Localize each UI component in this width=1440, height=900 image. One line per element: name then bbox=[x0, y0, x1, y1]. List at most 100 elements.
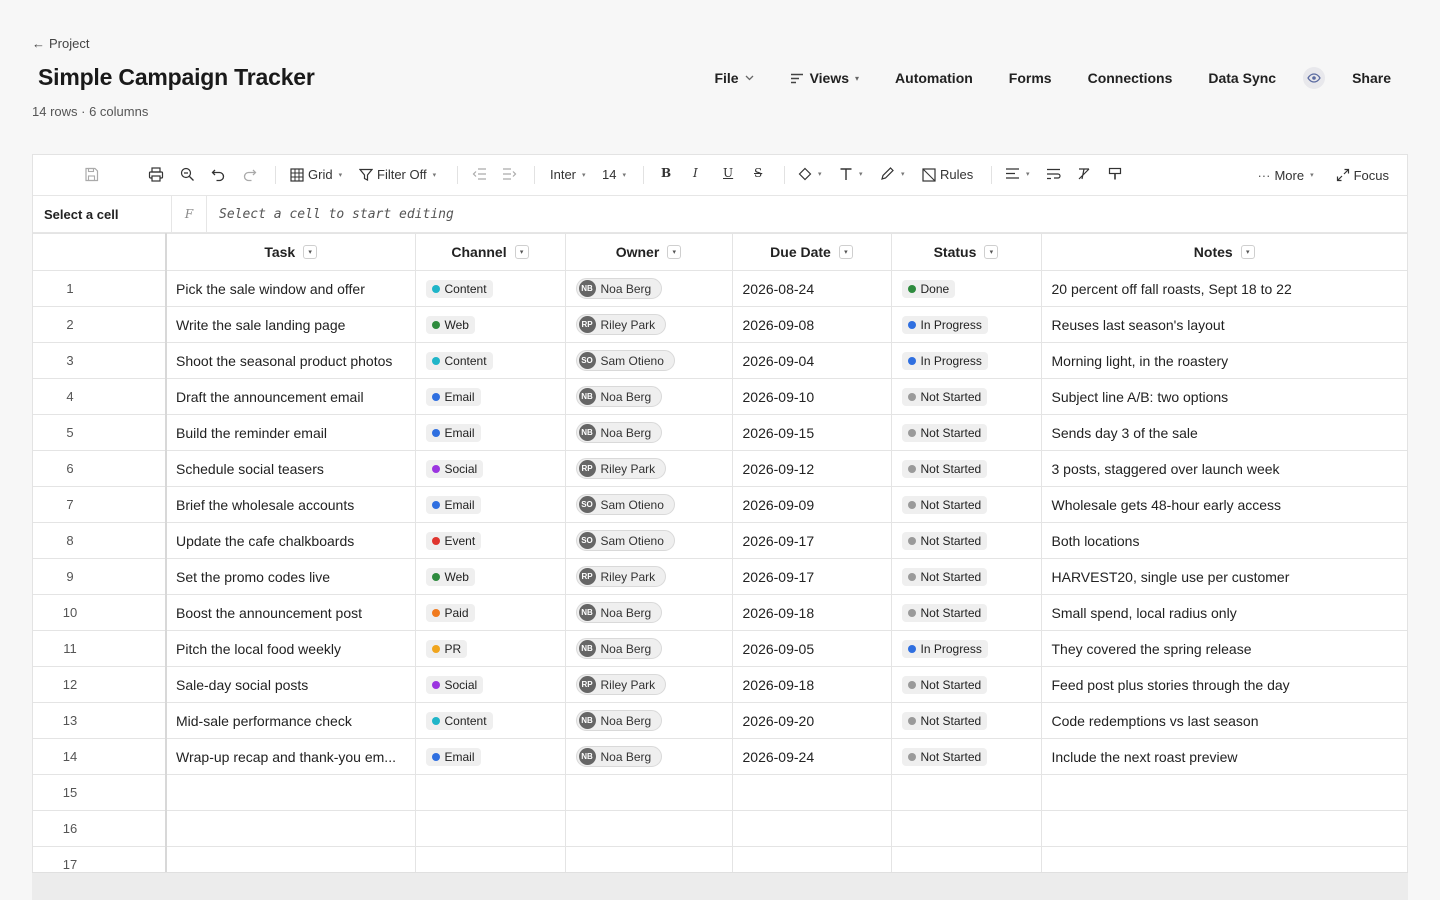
status-cell[interactable]: Not Started bbox=[891, 738, 1042, 775]
notes-cell[interactable]: Both locations bbox=[1041, 522, 1407, 559]
row-number[interactable]: 17 bbox=[33, 846, 167, 873]
owner-cell[interactable]: SO Sam Otieno bbox=[565, 522, 733, 559]
empty-cell[interactable] bbox=[891, 774, 1042, 811]
formula-input[interactable] bbox=[207, 196, 1407, 232]
empty-cell[interactable] bbox=[565, 846, 733, 873]
notes-cell[interactable]: Wholesale gets 48-hour early access bbox=[1041, 486, 1407, 523]
task-cell[interactable]: Boost the announcement post bbox=[166, 594, 416, 631]
notes-cell[interactable]: They covered the spring release bbox=[1041, 630, 1407, 667]
status-cell[interactable]: Not Started bbox=[891, 414, 1042, 451]
empty-cell[interactable] bbox=[415, 774, 566, 811]
wrap-text-button[interactable] bbox=[1046, 167, 1061, 181]
row-number[interactable]: 12 bbox=[33, 666, 167, 703]
clear-format-button[interactable] bbox=[1077, 167, 1092, 181]
column-header-owner[interactable]: Owner ▾ bbox=[565, 233, 733, 271]
filter-select[interactable]: Filter Off ▾ bbox=[359, 167, 436, 182]
task-cell[interactable]: Pick the sale window and offer bbox=[166, 270, 416, 307]
row-number[interactable]: 6 bbox=[33, 450, 167, 487]
channel-cell[interactable]: Content bbox=[415, 270, 566, 307]
status-cell[interactable]: In Progress bbox=[891, 306, 1042, 343]
due-date-cell[interactable]: 2026-09-18 bbox=[732, 594, 892, 631]
row-number[interactable]: 16 bbox=[33, 810, 167, 847]
notes-cell[interactable]: HARVEST20, single use per customer bbox=[1041, 558, 1407, 595]
channel-cell[interactable]: Email bbox=[415, 738, 566, 775]
column-menu-button[interactable]: ▾ bbox=[303, 245, 318, 259]
channel-cell[interactable]: Web bbox=[415, 558, 566, 595]
row-number[interactable]: 5 bbox=[33, 414, 167, 451]
empty-cell[interactable] bbox=[891, 810, 1042, 847]
indent-button[interactable] bbox=[502, 167, 517, 181]
preview-button[interactable] bbox=[1303, 67, 1326, 89]
due-date-cell[interactable]: 2026-09-15 bbox=[732, 414, 892, 451]
due-date-cell[interactable]: 2026-09-08 bbox=[732, 306, 892, 343]
task-cell[interactable]: Brief the wholesale accounts bbox=[166, 486, 416, 523]
due-date-cell[interactable]: 2026-09-17 bbox=[732, 558, 892, 595]
due-date-cell[interactable]: 2026-09-04 bbox=[732, 342, 892, 379]
underline-button[interactable]: U bbox=[723, 166, 733, 180]
back-to-project-link[interactable]: ← Project bbox=[32, 36, 89, 51]
owner-cell[interactable]: NB Noa Berg bbox=[565, 594, 733, 631]
due-date-cell[interactable]: 2026-09-12 bbox=[732, 450, 892, 487]
due-date-cell[interactable]: 2026-09-18 bbox=[732, 666, 892, 703]
due-date-cell[interactable]: 2026-08-24 bbox=[732, 270, 892, 307]
notes-cell[interactable]: Small spend, local radius only bbox=[1041, 594, 1407, 631]
channel-cell[interactable]: Email bbox=[415, 414, 566, 451]
empty-cell[interactable] bbox=[1041, 810, 1407, 847]
due-date-cell[interactable]: 2026-09-05 bbox=[732, 630, 892, 667]
notes-cell[interactable]: 3 posts, staggered over launch week bbox=[1041, 450, 1407, 487]
automation-menu[interactable]: Automation bbox=[895, 70, 973, 86]
due-date-cell[interactable]: 2026-09-17 bbox=[732, 522, 892, 559]
owner-cell[interactable]: SO Sam Otieno bbox=[565, 342, 733, 379]
status-cell[interactable]: In Progress bbox=[891, 342, 1042, 379]
channel-cell[interactable]: Event bbox=[415, 522, 566, 559]
task-cell[interactable]: Shoot the seasonal product photos bbox=[166, 342, 416, 379]
fill-color-button[interactable]: ▾ bbox=[798, 167, 822, 181]
status-cell[interactable]: Not Started bbox=[891, 486, 1042, 523]
task-cell[interactable]: Sale-day social posts bbox=[166, 666, 416, 703]
task-cell[interactable]: Pitch the local food weekly bbox=[166, 630, 416, 667]
row-number[interactable]: 1 bbox=[33, 270, 167, 307]
channel-cell[interactable]: Social bbox=[415, 666, 566, 703]
channel-cell[interactable]: Social bbox=[415, 450, 566, 487]
connections-menu[interactable]: Connections bbox=[1088, 70, 1173, 86]
task-cell[interactable]: Update the cafe chalkboards bbox=[166, 522, 416, 559]
owner-cell[interactable]: NB Noa Berg bbox=[565, 270, 733, 307]
outdent-button[interactable] bbox=[472, 167, 487, 181]
file-menu[interactable]: File bbox=[714, 70, 754, 86]
rules-button[interactable]: Rules bbox=[922, 167, 973, 182]
channel-cell[interactable]: Email bbox=[415, 378, 566, 415]
column-header-due-date[interactable]: Due Date ▾ bbox=[732, 233, 892, 271]
empty-cell[interactable] bbox=[565, 810, 733, 847]
notes-cell[interactable]: Include the next roast preview bbox=[1041, 738, 1407, 775]
font-size-select[interactable]: 14 ▾ bbox=[602, 167, 626, 182]
owner-cell[interactable]: SO Sam Otieno bbox=[565, 486, 733, 523]
task-cell[interactable]: Draft the announcement email bbox=[166, 378, 416, 415]
empty-cell[interactable] bbox=[415, 846, 566, 873]
redo-button[interactable] bbox=[242, 167, 257, 182]
status-cell[interactable]: Not Started bbox=[891, 522, 1042, 559]
text-color-button[interactable]: ▾ bbox=[839, 167, 863, 181]
print-button[interactable] bbox=[148, 167, 164, 182]
cell-reference[interactable]: Select a cell bbox=[33, 196, 172, 232]
owner-cell[interactable]: NB Noa Berg bbox=[565, 630, 733, 667]
share-button[interactable]: Share bbox=[1352, 70, 1391, 86]
owner-cell[interactable]: RP Riley Park bbox=[565, 558, 733, 595]
strikethrough-button[interactable]: S bbox=[754, 166, 762, 180]
focus-button[interactable]: Focus bbox=[1336, 168, 1389, 183]
column-menu-button[interactable]: ▾ bbox=[514, 245, 529, 259]
channel-cell[interactable]: PR bbox=[415, 630, 566, 667]
row-number[interactable]: 9 bbox=[33, 558, 167, 595]
empty-cell[interactable] bbox=[166, 774, 416, 811]
channel-cell[interactable]: Email bbox=[415, 486, 566, 523]
channel-cell[interactable]: Paid bbox=[415, 594, 566, 631]
empty-cell[interactable] bbox=[166, 810, 416, 847]
font-family-select[interactable]: Inter ▾ bbox=[550, 167, 586, 182]
task-cell[interactable]: Set the promo codes live bbox=[166, 558, 416, 595]
row-number[interactable]: 3 bbox=[33, 342, 167, 379]
channel-cell[interactable]: Content bbox=[415, 702, 566, 739]
empty-cell[interactable] bbox=[1041, 774, 1407, 811]
notes-cell[interactable]: Morning light, in the roastery bbox=[1041, 342, 1407, 379]
paint-format-button[interactable] bbox=[1108, 167, 1122, 181]
task-cell[interactable]: Write the sale landing page bbox=[166, 306, 416, 343]
task-cell[interactable]: Build the reminder email bbox=[166, 414, 416, 451]
